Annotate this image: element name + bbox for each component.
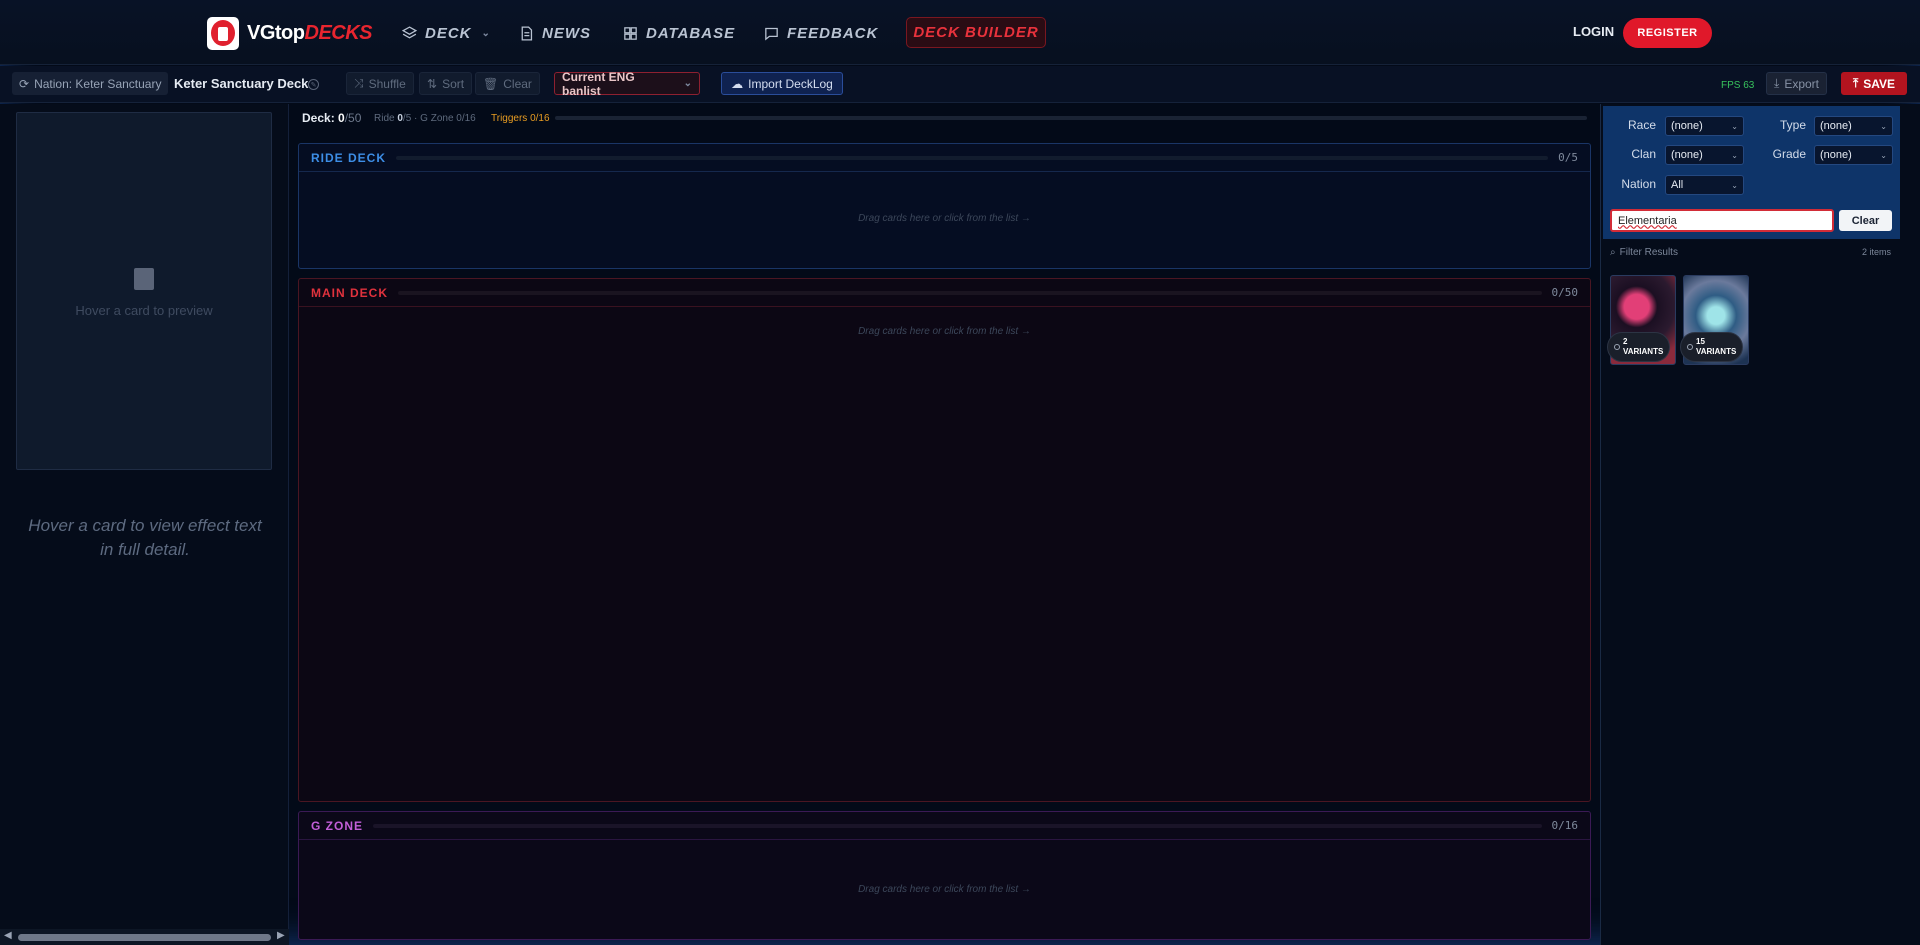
login-link[interactable]: LOGIN <box>1573 24 1614 39</box>
logo-text-red: DECKS <box>304 21 373 44</box>
download-icon: ⤓ <box>1774 76 1780 90</box>
save-button[interactable]: ⤒ SAVE <box>1841 72 1907 95</box>
clear-search-button[interactable]: Clear <box>1839 210 1892 231</box>
type-label: Type <box>1779 118 1806 132</box>
site-logo[interactable]: VGtopDECKS <box>207 16 373 50</box>
chevron-down-icon: ⌄ <box>481 27 491 39</box>
race-select[interactable]: (none) ⌄ <box>1665 116 1744 136</box>
clan-label: Clan <box>1631 147 1656 161</box>
chevron-down-icon: ⌄ <box>1880 150 1887 160</box>
logo-icon <box>207 16 239 50</box>
import-decklog-button[interactable]: ☁ Import DeckLog <box>721 72 843 95</box>
logo-text-white: VGtop <box>247 21 305 44</box>
g-zone[interactable]: G ZONE 0/16 Drag cards here or click fro… <box>298 811 1591 940</box>
trash-icon: 🗑 <box>483 76 499 91</box>
shuffle-icon: ⤨ <box>354 76 364 90</box>
sort-icon: ⇅ <box>427 76 438 91</box>
race-label: Race <box>1627 118 1656 132</box>
chevron-down-icon: ⌄ <box>1731 150 1738 160</box>
effect-text-hint: Hover a card to view effect text in full… <box>28 516 262 559</box>
export-button[interactable]: ⤓ Export <box>1766 72 1827 95</box>
refresh-icon: ⟳ <box>19 76 30 91</box>
deck-progress-bar <box>555 116 1587 120</box>
chevron-down-icon: ⌄ <box>1880 121 1887 131</box>
nav-deck-builder[interactable]: DECK BUILDER <box>906 17 1046 48</box>
zone-count: 0/16 <box>1551 819 1579 832</box>
stack-icon <box>1687 344 1693 350</box>
card-search-input[interactable]: Elementaria <box>1610 209 1834 232</box>
chevron-down-icon: ⌄ <box>1731 121 1738 131</box>
chevron-down-icon: ⌄ <box>683 78 692 89</box>
drop-hint: Drag cards here or click from the list → <box>858 884 1031 895</box>
zone-progress-bar <box>373 823 1542 828</box>
banlist-select[interactable]: Current ENG banlist ⌄ <box>554 70 700 98</box>
deck-count: Deck: 0/50 <box>302 111 362 125</box>
card-preview-box <box>16 112 272 470</box>
clan-select[interactable]: (none) ⌄ <box>1665 145 1744 165</box>
item-count: 2 items <box>1862 247 1892 257</box>
type-select[interactable]: (none) ⌄ <box>1814 116 1893 136</box>
image-placeholder-icon <box>134 268 154 290</box>
register-button[interactable]: REGISTER <box>1623 18 1712 48</box>
fps-counter: FPS 63 <box>1721 80 1755 91</box>
zone-title: G ZONE <box>311 818 364 833</box>
ride-deck-zone[interactable]: RIDE DECK 0/5 Drag cards here or click f… <box>298 143 1591 269</box>
ride-gzone-count: Ride 0/5 · G Zone 0/16 <box>374 113 476 124</box>
nation-selector[interactable]: ⟳ Nation: Keter Sanctuary <box>12 72 169 95</box>
chat-icon <box>765 27 778 40</box>
filter-results[interactable]: ⌕ Filter Results <box>1610 247 1678 258</box>
drop-hint: Drag cards here or click from the list → <box>858 326 1031 337</box>
zone-progress-bar <box>396 155 1549 160</box>
zone-title: RIDE DECK <box>311 150 387 165</box>
scroll-right-icon[interactable]: ▶ <box>277 930 285 941</box>
sort-button[interactable]: ⇅ Sort <box>419 72 473 95</box>
preview-hint: Hover a card to preview <box>75 303 213 318</box>
shuffle-button[interactable]: ⤨ Shuffle <box>346 72 414 95</box>
nav-feedback[interactable]: FEEDBACK <box>763 21 878 45</box>
trigger-count: Triggers 0/16 <box>491 113 550 124</box>
deck-name[interactable]: Keter Sanctuary Deck <box>174 76 308 91</box>
stack-icon <box>1614 344 1620 350</box>
zone-progress-bar <box>398 290 1542 295</box>
nation-label: Nation <box>1621 177 1656 191</box>
scroll-left-icon[interactable]: ◀ <box>4 930 12 941</box>
grade-select[interactable]: (none) ⌄ <box>1814 145 1893 165</box>
grid-icon <box>624 26 637 40</box>
cloud-download-icon: ☁ <box>731 76 744 91</box>
drop-hint: Drag cards here or click from the list → <box>858 213 1031 224</box>
grade-label: Grade <box>1772 147 1806 161</box>
chevron-down-icon: ⌄ <box>1731 180 1738 190</box>
variants-badge[interactable]: 15 VARIANTS <box>1680 332 1744 362</box>
search-icon: ⌕ <box>1610 247 1616 258</box>
edit-icon[interactable]: ✎ <box>308 79 319 90</box>
main-deck-zone[interactable]: MAIN DECK 0/50 Drag cards here or click … <box>298 278 1591 802</box>
variants-badge[interactable]: 2 VARIANTS <box>1607 332 1671 362</box>
upload-icon: ⤒ <box>1852 76 1859 90</box>
zone-title: MAIN DECK <box>311 285 388 300</box>
nation-select[interactable]: All ⌄ <box>1665 175 1744 195</box>
layers-icon <box>401 25 418 38</box>
nav-deck[interactable]: DECK ⌄ <box>401 21 491 45</box>
clear-deck-button[interactable]: 🗑 Clear <box>475 72 540 95</box>
zone-count: 0/50 <box>1551 286 1579 299</box>
nav-database[interactable]: DATABASE <box>622 21 735 45</box>
scrollbar-thumb[interactable] <box>18 934 271 941</box>
nav-news[interactable]: NEWS <box>518 21 591 45</box>
zone-count: 0/5 <box>1558 151 1578 164</box>
document-icon <box>521 25 533 41</box>
